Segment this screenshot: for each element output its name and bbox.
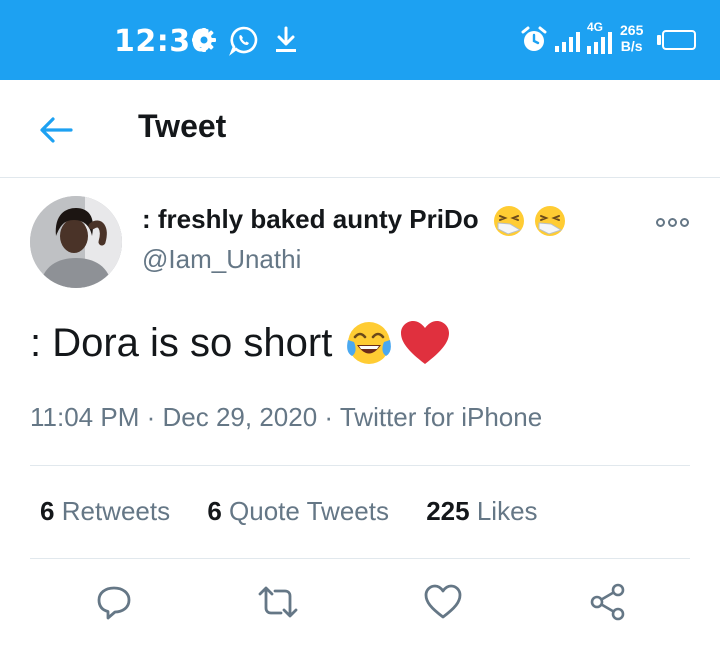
more-options-icon (679, 217, 689, 227)
signal-icon (587, 32, 612, 54)
arrow-left-icon (40, 117, 73, 143)
signal-icon (555, 32, 580, 52)
face-with-tears-of-joy-icon (347, 322, 392, 364)
like-button[interactable] (421, 580, 465, 624)
retweets-count: 6 (40, 496, 55, 526)
alarm-icon (521, 26, 547, 51)
more-options-icon (667, 217, 677, 227)
likes-label: Likes (476, 496, 538, 526)
likes-count: 225 (426, 496, 470, 526)
tweet-actions (0, 580, 720, 630)
tweet-time: 11:04 PM (30, 402, 140, 432)
likes-stat[interactable]: 225 Likes (426, 496, 537, 527)
top-bar: Tweet (0, 80, 720, 178)
display-name-text: : freshly baked aunty PriDo (142, 204, 479, 234)
tweet-text-content: : Dora is so short (30, 320, 333, 365)
quote-tweets-stat[interactable]: 6 Quote Tweets (207, 496, 389, 527)
profile-photo (30, 196, 122, 288)
retweet-icon (258, 586, 298, 618)
battery-tip (657, 35, 661, 45)
meta-separator: · (324, 402, 334, 432)
retweets-label: Retweets (61, 496, 171, 526)
retweets-stat[interactable]: 6 Retweets (40, 496, 170, 527)
more-options-button[interactable] (652, 210, 692, 234)
reply-button[interactable] (92, 580, 136, 624)
tweet-source[interactable]: Twitter for iPhone (340, 402, 542, 432)
retweet-button[interactable] (256, 580, 300, 624)
back-button[interactable] (28, 102, 84, 158)
like-icon (424, 584, 462, 619)
divider (30, 558, 690, 559)
tweet-meta: 11:04 PM · Dec 29, 2020 · Twitter for iP… (30, 402, 542, 433)
share-button[interactable] (586, 580, 630, 624)
avatar[interactable] (30, 196, 122, 288)
reply-icon (97, 586, 131, 620)
gear-icon (192, 28, 216, 52)
sneezing-face-icon (535, 206, 566, 237)
user-handle[interactable]: @Iam_Unathi (142, 244, 301, 275)
battery-icon: 68 (662, 30, 696, 50)
battery-level: 68 (672, 33, 686, 47)
page-title: Tweet (138, 108, 227, 144)
status-bar: 12:36 4G 265 B/s 68 (0, 0, 720, 80)
whatsapp-icon (229, 26, 258, 56)
network-speed: 265 B/s (620, 22, 644, 54)
quote-tweets-count: 6 (207, 496, 222, 526)
download-icon (276, 26, 296, 52)
tweet-stats: 6 Retweets 6 Quote Tweets 225 Likes (40, 496, 568, 527)
divider (30, 465, 690, 466)
red-heart-icon (401, 321, 450, 364)
share-icon (590, 583, 625, 621)
tweet-date: Dec 29, 2020 (162, 402, 318, 432)
quote-tweets-label: Quote Tweets (229, 496, 389, 526)
sneezing-face-icon (493, 206, 524, 237)
tweet-text: : Dora is so short (30, 318, 452, 368)
display-name[interactable]: : freshly baked aunty PriDo (142, 204, 567, 238)
more-options-icon (655, 217, 665, 227)
meta-separator: · (146, 402, 156, 432)
